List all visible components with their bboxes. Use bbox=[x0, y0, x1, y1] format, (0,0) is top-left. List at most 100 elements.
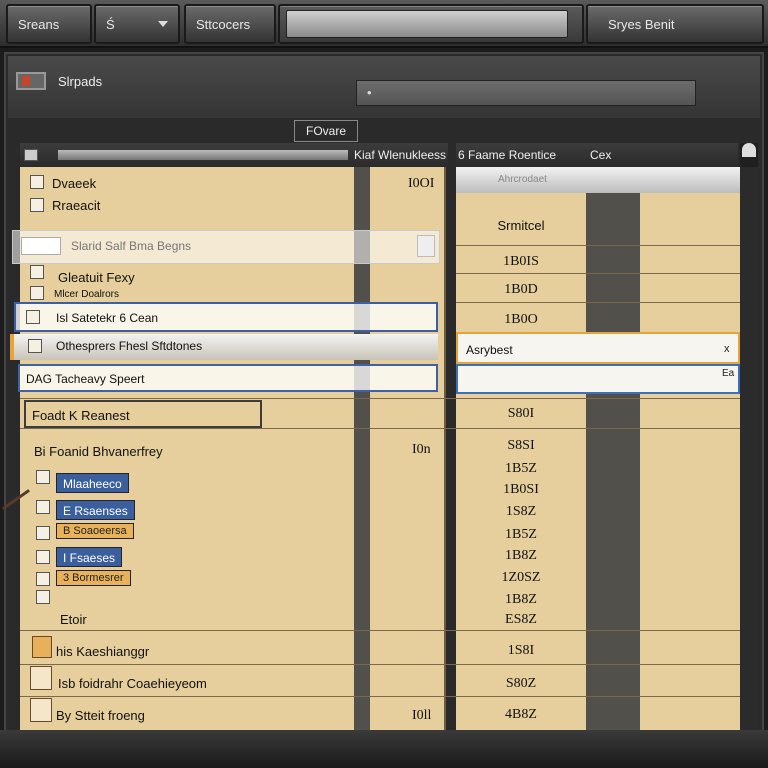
cell-value: I0n bbox=[412, 442, 431, 457]
file-icon bbox=[32, 636, 52, 658]
tab-sttcocers[interactable]: Sttcocers bbox=[184, 4, 276, 44]
row-checkbox[interactable] bbox=[36, 550, 50, 564]
right-grid-dark-column bbox=[586, 167, 640, 730]
row-checkbox[interactable] bbox=[30, 175, 44, 189]
edit-input[interactable]: Ea bbox=[456, 364, 740, 394]
header-scroll-track bbox=[58, 150, 348, 160]
grid-hline bbox=[20, 696, 740, 697]
dropdown-button[interactable]: Ś bbox=[94, 4, 180, 44]
right-ghost-header: Ahrcrodaet bbox=[456, 167, 740, 193]
group-label: Foadt K Reanest bbox=[32, 408, 130, 423]
row-checkbox[interactable] bbox=[30, 286, 44, 300]
file-icon bbox=[30, 666, 52, 690]
cell-value: 1B8Z bbox=[505, 592, 537, 607]
row-label: Slarid Salf Bma Begns bbox=[71, 239, 192, 253]
cell-value: S80I bbox=[507, 406, 535, 421]
column-header-3[interactable]: 6 Faame Roentice bbox=[456, 143, 586, 167]
tag-badge[interactable]: B Soaoeersa bbox=[56, 523, 134, 539]
row-checkbox[interactable] bbox=[36, 470, 50, 484]
row-checkbox[interactable] bbox=[36, 526, 50, 540]
row-checkbox[interactable] bbox=[30, 198, 44, 212]
grid-hline bbox=[20, 630, 740, 631]
grid-hline bbox=[456, 273, 740, 274]
file-icon bbox=[30, 698, 52, 722]
app-icon bbox=[16, 72, 46, 90]
cell-value: 1Z0SZ bbox=[501, 570, 541, 585]
cell-value: S80Z bbox=[505, 676, 537, 691]
row-label: Isl Satetekr 6 Cean bbox=[56, 311, 159, 325]
row-label: Isb foidrahr Coaehieyeom bbox=[58, 676, 207, 691]
cell-value: 1B0O bbox=[504, 312, 538, 327]
cell-value: I0ll bbox=[412, 708, 432, 723]
cell-value: ES8Z bbox=[505, 612, 537, 627]
row-label: Dvaeek bbox=[52, 176, 97, 191]
edit-row[interactable]: Asrybest x bbox=[456, 332, 740, 364]
dropdown-label: Ś bbox=[106, 16, 115, 32]
cell-value: 1B5Z bbox=[505, 461, 537, 476]
vertical-scrollbar[interactable] bbox=[740, 167, 758, 730]
row-checkbox[interactable] bbox=[36, 572, 50, 586]
table-row-highlight[interactable]: Slarid Salf Bma Begns bbox=[12, 230, 440, 264]
tag-badge[interactable]: I Fsaeses bbox=[56, 547, 123, 567]
ghost-header-text: Ahrcrodaet bbox=[498, 174, 547, 185]
grid-vline bbox=[444, 167, 446, 730]
row-checkbox[interactable] bbox=[28, 339, 42, 353]
cell-value: 1S8I bbox=[507, 643, 535, 658]
row-label: Gleatuit Fexy bbox=[58, 270, 135, 285]
column-header-name[interactable] bbox=[20, 143, 352, 167]
row-label: his Kaeshianggr bbox=[56, 644, 150, 659]
tag-badge[interactable]: 3 Bormesrer bbox=[56, 570, 131, 586]
chevron-down-icon bbox=[158, 21, 168, 27]
row-label: Rraeacit bbox=[52, 198, 101, 213]
cell-value: 1B8Z bbox=[505, 548, 537, 563]
tag-badge[interactable]: E Rsaenses bbox=[56, 500, 135, 520]
row-checkbox[interactable] bbox=[30, 265, 44, 279]
tab-label: Sttcocers bbox=[196, 16, 251, 32]
row-label: Etoir bbox=[60, 612, 87, 627]
row-label: Bi Foanid Bhvanerfrey bbox=[34, 444, 163, 459]
edit-row-value: Asrybest bbox=[466, 343, 513, 357]
row-checkbox[interactable] bbox=[36, 500, 50, 514]
row-sublabel: Mlcer Doalrors bbox=[54, 289, 120, 300]
tag-badge[interactable]: Mlaaheeco bbox=[56, 473, 129, 493]
view-button[interactable]: FOvare bbox=[294, 120, 358, 142]
row-thumbnail bbox=[21, 237, 61, 255]
tab-label: Sreans bbox=[18, 16, 60, 32]
group-header[interactable]: Foadt K Reanest bbox=[24, 400, 262, 428]
grid-hline bbox=[456, 245, 740, 246]
top-search-input[interactable] bbox=[286, 10, 568, 38]
grid-hline bbox=[20, 428, 740, 429]
cell-value: 1B0IS bbox=[503, 254, 539, 269]
edit-input-indicator: Ea bbox=[722, 368, 735, 379]
top-search-box[interactable] bbox=[278, 4, 584, 44]
page-title: Slrpads bbox=[58, 74, 103, 89]
cell-value: 1B0SI bbox=[503, 482, 539, 497]
settings-icon[interactable] bbox=[742, 143, 756, 157]
cell-value: 1S8Z bbox=[505, 504, 537, 519]
grid-hline bbox=[20, 664, 740, 665]
status-bar bbox=[0, 730, 768, 768]
column-header-2[interactable]: Kiaf Wlenukleess bbox=[352, 143, 448, 167]
cell-value: 1B0D bbox=[504, 282, 538, 297]
grid-hline bbox=[20, 398, 740, 399]
row-label: Othesprers Fhesl Sftdtones bbox=[56, 339, 203, 353]
cell-value: 4B8Z bbox=[505, 707, 537, 722]
tab-label: Sryes Benit bbox=[608, 16, 675, 32]
cell-value: S8SI bbox=[507, 438, 535, 453]
column-header-4[interactable]: Cex bbox=[586, 143, 738, 167]
tab-sreans[interactable]: Sreans bbox=[6, 4, 92, 44]
row-checkbox[interactable] bbox=[26, 310, 40, 324]
row-label: By Stteit froeng bbox=[56, 708, 145, 723]
close-icon[interactable]: x bbox=[724, 343, 730, 355]
cell-value: 1B5Z bbox=[505, 527, 537, 542]
cell-value: I0OI bbox=[408, 176, 435, 191]
tab-sryes-benit[interactable]: Sryes Benit bbox=[586, 4, 764, 44]
table-row[interactable]: Othesprers Fhesl Sftdtones bbox=[10, 334, 438, 360]
filter-input[interactable]: • bbox=[356, 80, 696, 106]
row-checkbox[interactable] bbox=[36, 590, 50, 604]
header-scroll-corner bbox=[740, 143, 758, 167]
table-row-selected[interactable]: DAG Tacheavy Speert bbox=[18, 364, 438, 392]
row-label: DAG Tacheavy Speert bbox=[26, 372, 145, 386]
row-menu-icon[interactable] bbox=[417, 235, 435, 257]
table-row-selected[interactable]: Isl Satetekr 6 Cean bbox=[14, 302, 438, 332]
